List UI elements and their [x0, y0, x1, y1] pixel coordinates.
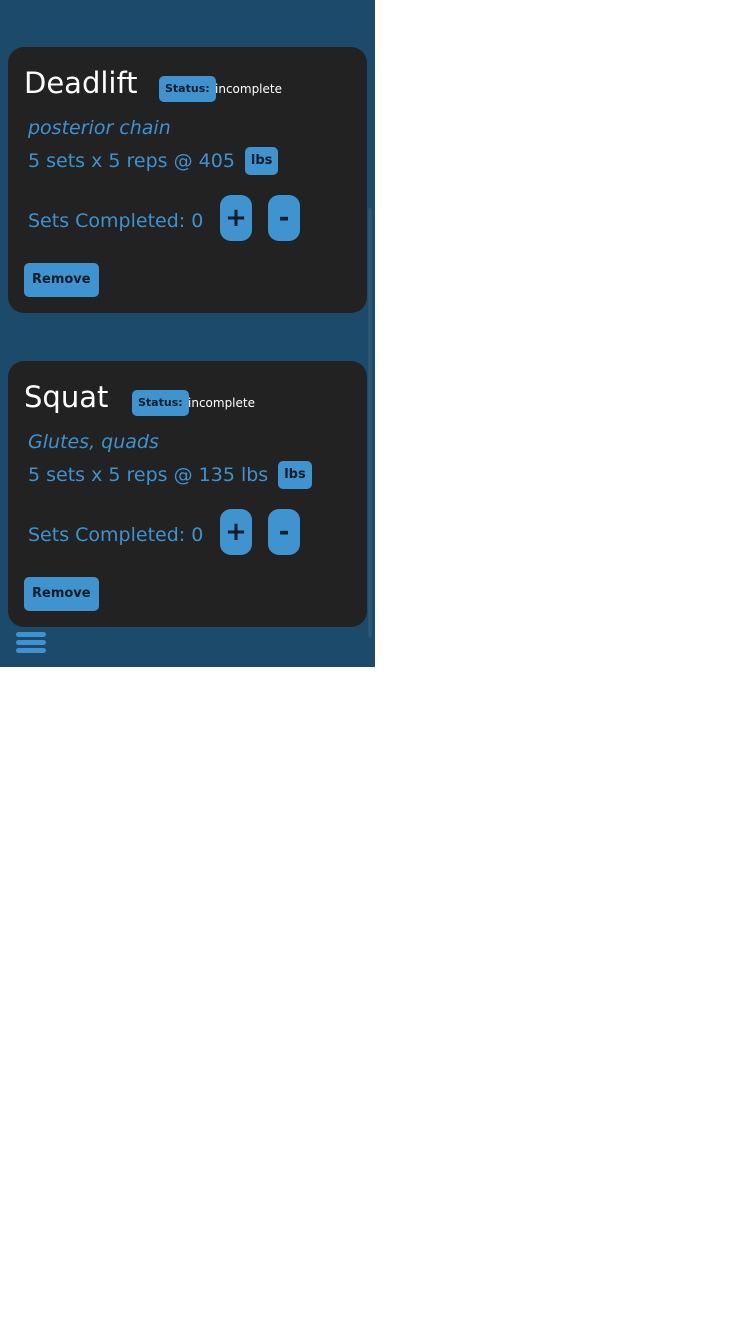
set-scheme-row: 5 sets x 5 reps @ 135 lbs lbs [28, 461, 312, 489]
remove-exercise-button[interactable]: Remove [24, 263, 99, 297]
exercise-title: Squat [24, 380, 109, 414]
status-value: incomplete [215, 82, 282, 96]
increment-sets-button[interactable]: + [220, 195, 252, 241]
status-badge: Status: [159, 76, 216, 102]
menu-bar [16, 648, 46, 653]
sets-completed-label: Sets Completed: 0 [28, 524, 204, 546]
set-scheme: 5 sets x 5 reps @ 405 [28, 150, 235, 172]
decrement-sets-button[interactable]: - [268, 509, 300, 555]
status-value: incomplete [188, 396, 255, 410]
unit-toggle-button[interactable]: lbs [278, 461, 312, 489]
status-badge: Status: [132, 390, 189, 416]
hamburger-menu-icon[interactable] [16, 632, 46, 656]
menu-bar [16, 632, 46, 637]
remove-exercise-button[interactable]: Remove [24, 577, 99, 611]
set-scheme: 5 sets x 5 reps @ 135 lbs [28, 464, 269, 486]
app-screen: Deadlift Status: incomplete posterior ch… [0, 0, 375, 667]
exercise-title: Deadlift [24, 66, 138, 100]
scrollbar[interactable] [368, 208, 372, 638]
exercise-card-squat: Squat Status: incomplete Glutes, quads 5… [8, 361, 367, 627]
decrement-sets-button[interactable]: - [268, 195, 300, 241]
exercise-card-deadlift: Deadlift Status: incomplete posterior ch… [8, 47, 367, 313]
set-scheme-row: 5 sets x 5 reps @ 405 lbs [28, 147, 279, 175]
muscle-groups: Glutes, quads [28, 431, 159, 453]
unit-toggle-button[interactable]: lbs [244, 147, 279, 175]
sets-completed-label: Sets Completed: 0 [28, 210, 204, 232]
muscle-groups: posterior chain [28, 117, 171, 139]
menu-bar [16, 640, 46, 645]
increment-sets-button[interactable]: + [220, 509, 252, 555]
